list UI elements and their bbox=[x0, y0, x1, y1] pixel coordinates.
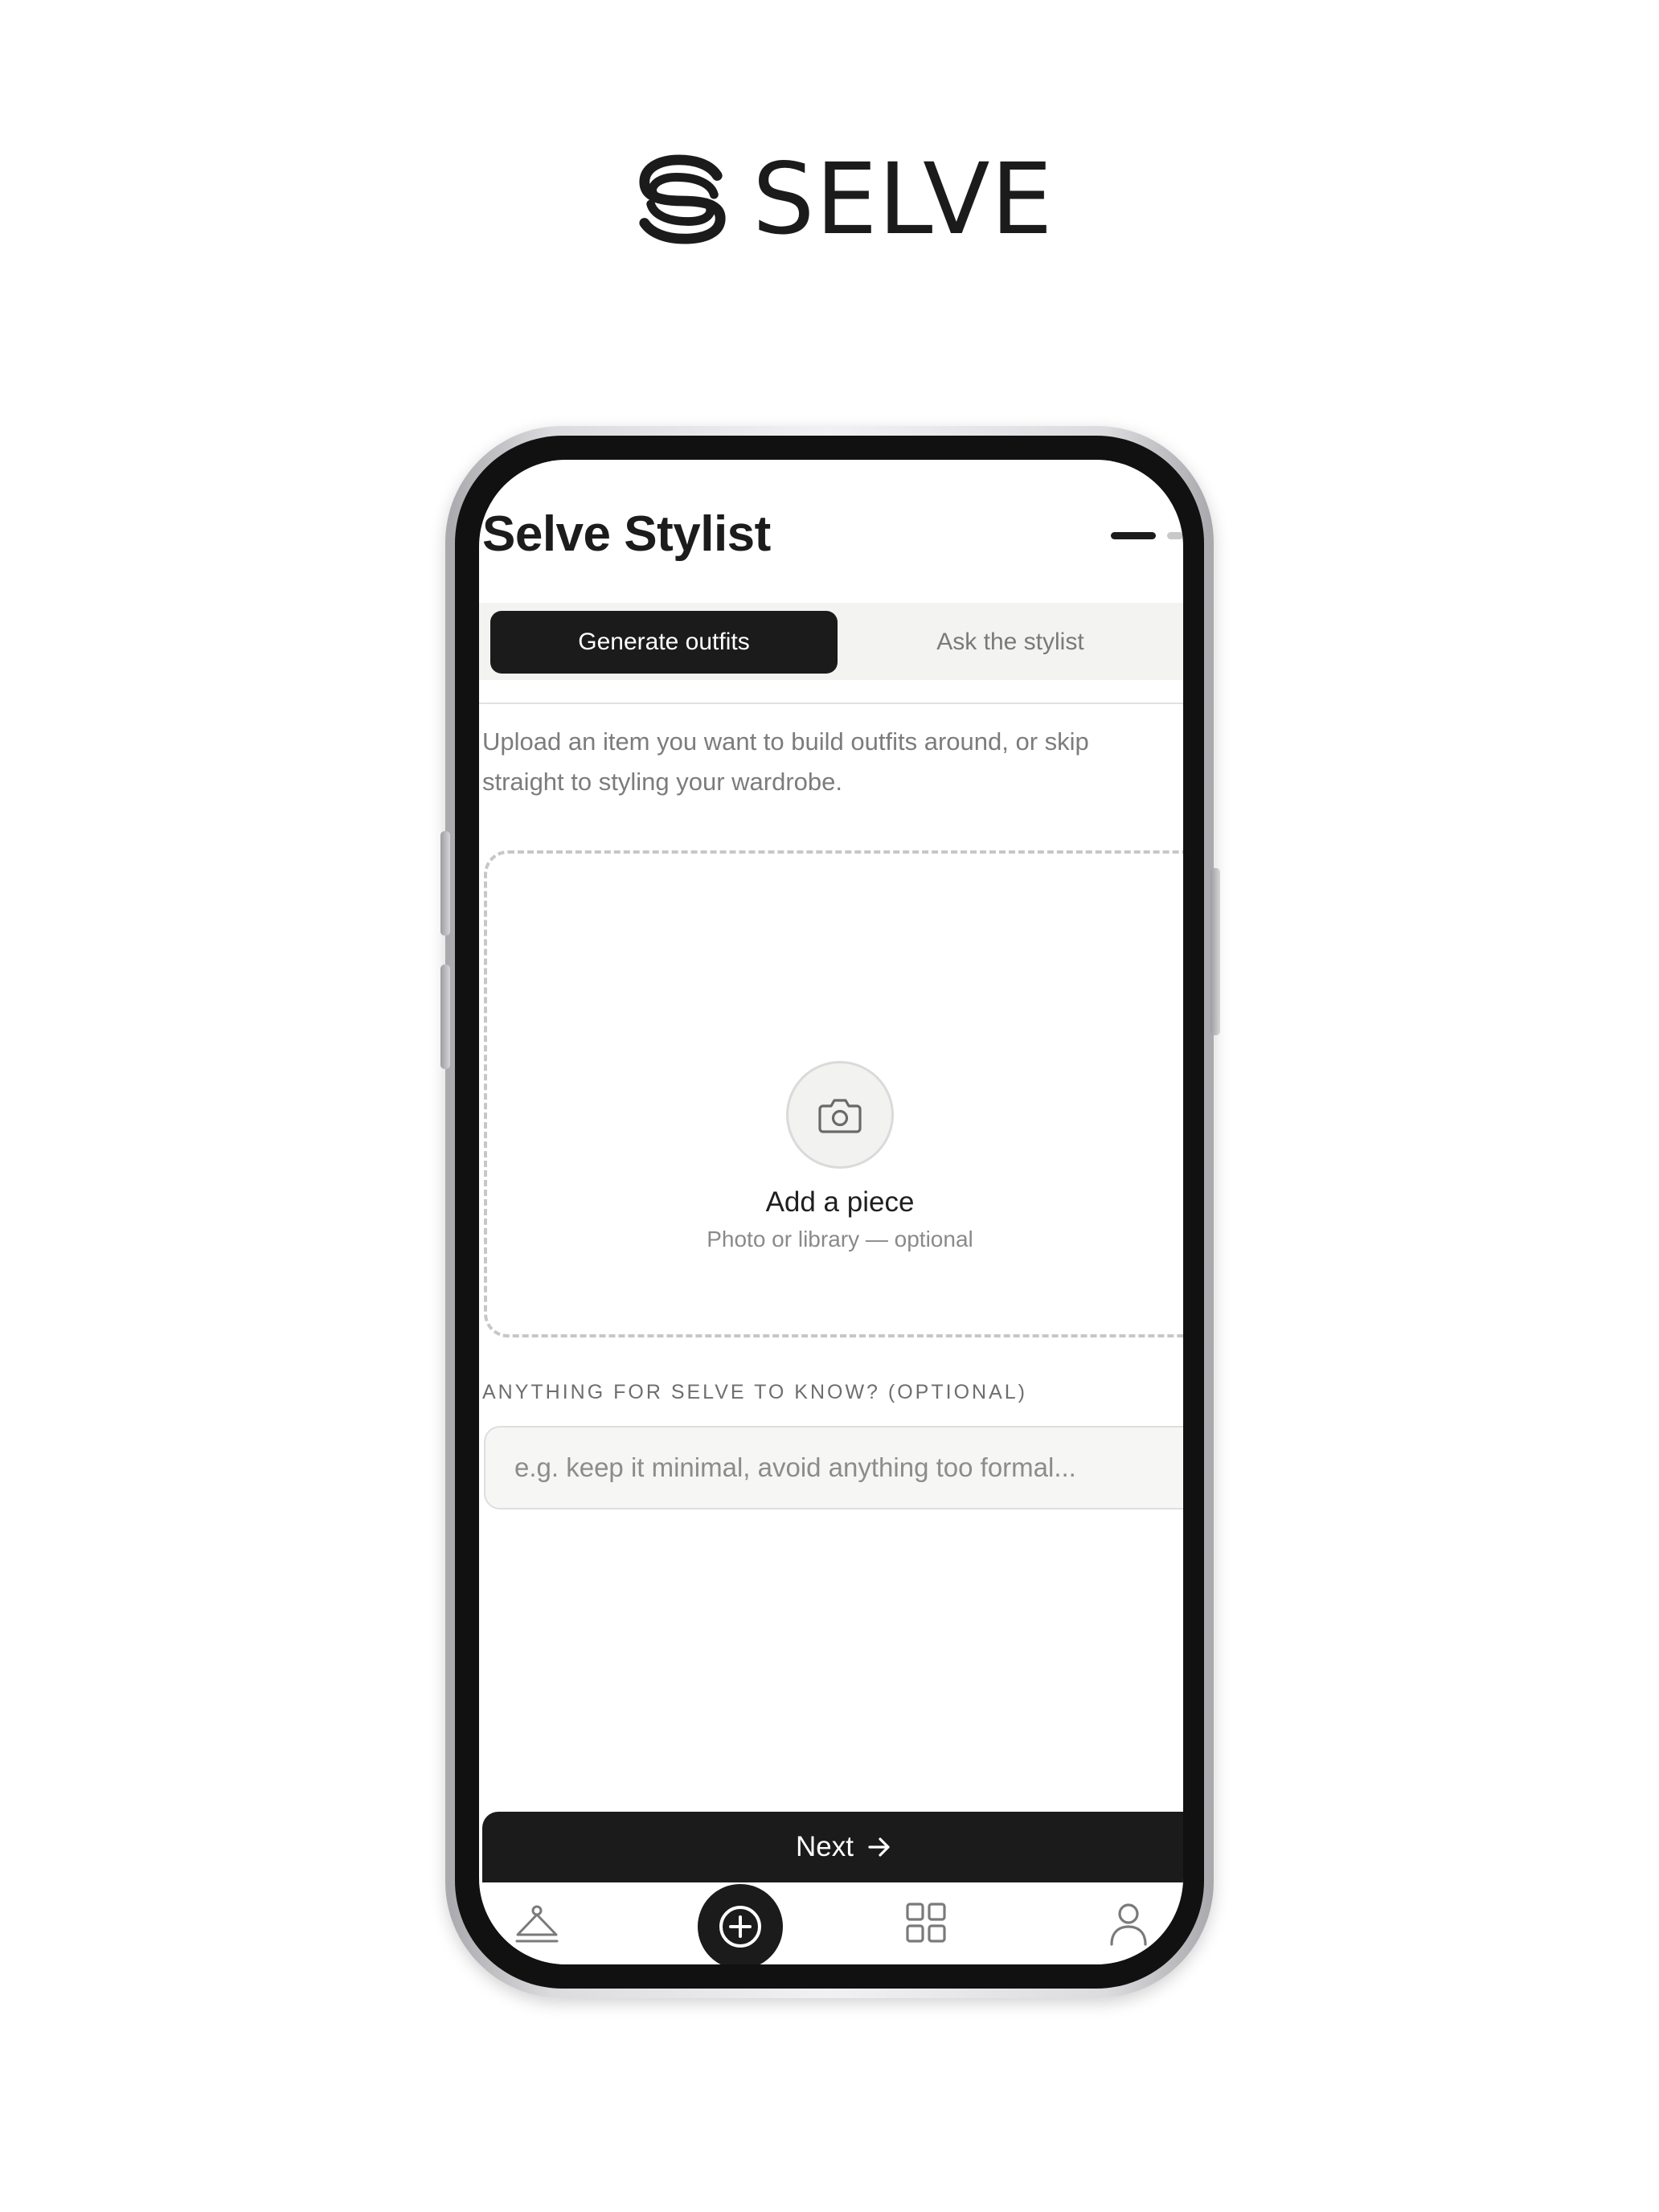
phone-volume-up-button bbox=[440, 831, 450, 936]
nav-item-collections[interactable] bbox=[902, 1899, 950, 1947]
arrow-right-icon bbox=[868, 1837, 890, 1857]
notes-label: ANYTHING FOR SELVE TO KNOW? (OPTIONAL) bbox=[482, 1381, 1027, 1403]
add-piece-button[interactable] bbox=[786, 1061, 894, 1169]
tabs-divider bbox=[479, 703, 1183, 704]
brand-logo: SELVE bbox=[635, 150, 1053, 248]
hanger-icon bbox=[515, 1905, 559, 1943]
nav-item-profile[interactable] bbox=[1106, 1899, 1151, 1950]
person-icon bbox=[1110, 1903, 1147, 1946]
app-screen: Selve Stylist Generate outfits Ask the s… bbox=[479, 460, 1183, 1964]
mode-tabs: Generate outfits Ask the stylist bbox=[479, 603, 1183, 680]
selve-s-logo-icon bbox=[639, 154, 726, 244]
phone-volume-down-button bbox=[440, 965, 450, 1069]
tab-generate-outfits[interactable]: Generate outfits bbox=[490, 611, 838, 674]
camera-icon bbox=[818, 1099, 862, 1133]
nav-item-stylist[interactable] bbox=[698, 1884, 783, 1964]
menu-dash-icon[interactable] bbox=[1111, 532, 1156, 539]
next-button-label: Next bbox=[796, 1831, 854, 1862]
notes-input[interactable] bbox=[484, 1426, 1183, 1509]
bottom-nav bbox=[479, 1882, 1183, 1964]
plus-circle-icon bbox=[719, 1906, 761, 1948]
menu-dash-secondary-icon bbox=[1167, 532, 1183, 539]
upload-title: Add a piece bbox=[765, 1186, 915, 1218]
tab-ask-the-stylist[interactable]: Ask the stylist bbox=[838, 611, 1183, 674]
brand-wordmark: SELVE bbox=[752, 142, 1054, 256]
upload-subtitle: Photo or library — optional bbox=[707, 1227, 973, 1251]
nav-item-wardrobe[interactable] bbox=[511, 1900, 563, 1948]
intro-text: Upload an item you want to build outfits… bbox=[482, 727, 1089, 796]
page-title: Selve Stylist bbox=[482, 506, 771, 562]
grid-icon bbox=[906, 1903, 946, 1943]
phone-power-button bbox=[1210, 868, 1220, 1035]
